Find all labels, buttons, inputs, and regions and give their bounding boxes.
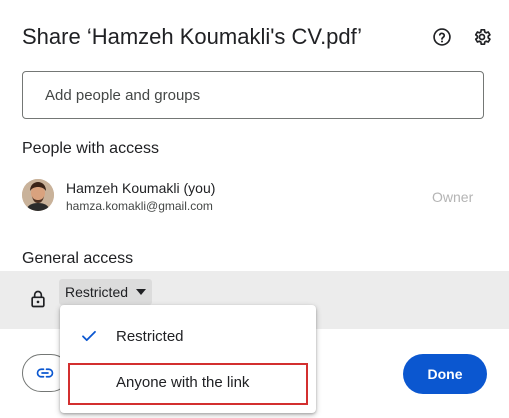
add-people-input[interactable] (43, 85, 463, 105)
person-email: hamza.komakli@gmail.com (66, 199, 213, 213)
done-button[interactable]: Done (403, 354, 487, 394)
general-access-heading: General access (22, 250, 134, 267)
help-circle-icon (433, 28, 451, 46)
dialog-title: Share ‘Hamzeh Koumakli's CV.pdf’ (22, 24, 363, 49)
menu-item-anyone-with-link[interactable]: Anyone with the link (60, 359, 316, 405)
link-icon (36, 368, 54, 378)
lock-icon (28, 289, 48, 309)
people-with-access-heading: People with access (22, 140, 159, 157)
person-name: Hamzeh Koumakli (you) (66, 180, 216, 196)
settings-button[interactable] (468, 23, 496, 51)
person-role: Owner (432, 189, 474, 205)
help-button[interactable] (428, 23, 456, 51)
menu-item-restricted[interactable]: Restricted (60, 313, 316, 359)
menu-item-label: Restricted (116, 327, 184, 345)
access-level-dropdown[interactable]: Restricted (59, 279, 153, 305)
check-icon (82, 330, 96, 342)
add-people-field[interactable] (22, 71, 484, 119)
caret-down-icon (136, 289, 147, 295)
avatar (22, 179, 54, 211)
access-level-label: Restricted (65, 284, 129, 300)
access-level-menu: Restricted Anyone with the link (60, 305, 316, 413)
menu-item-label: Anyone with the link (116, 373, 250, 391)
gear-icon (474, 29, 491, 46)
share-dialog: Share ‘Hamzeh Koumakli's CV.pdf’ People … (0, 0, 509, 418)
person-row[interactable]: Hamzeh Koumakli (you) hamza.komakli@gmai… (22, 179, 484, 215)
